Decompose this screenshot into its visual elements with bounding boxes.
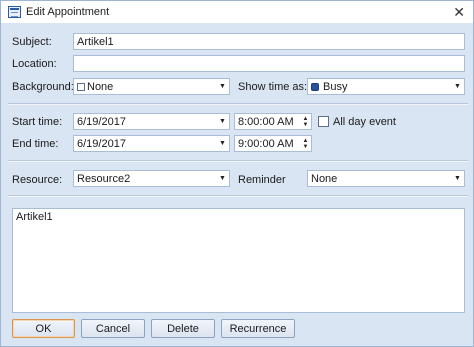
spin-arrows-icon[interactable]: ▲ ▼ bbox=[300, 136, 311, 151]
chevron-down-icon[interactable]: ▼ bbox=[216, 136, 229, 151]
subject-input[interactable]: Artikel1 bbox=[73, 33, 465, 50]
delete-button[interactable]: Delete bbox=[151, 319, 215, 338]
separator bbox=[8, 103, 468, 105]
start-time-value: 8:00:00 AM bbox=[238, 115, 294, 128]
all-day-label: All day event bbox=[333, 116, 396, 128]
recurrence-button[interactable]: Recurrence bbox=[221, 319, 295, 338]
end-date-value: 6/19/2017 bbox=[77, 137, 126, 150]
edit-appointment-dialog: Edit Appointment ✕ Subject: Artikel1 Loc… bbox=[0, 0, 474, 347]
background-label: Background: bbox=[12, 81, 74, 93]
close-icon[interactable]: ✕ bbox=[453, 5, 465, 19]
ok-button[interactable]: OK bbox=[12, 319, 75, 338]
start-date-picker[interactable]: 6/19/2017 ▼ bbox=[73, 113, 230, 130]
background-value: None bbox=[87, 80, 114, 93]
busy-status-swatch bbox=[311, 82, 319, 91]
calendar-icon bbox=[8, 6, 21, 18]
background-color-swatch bbox=[77, 82, 85, 91]
title-bar: Edit Appointment ✕ bbox=[1, 1, 473, 23]
resource-value: Resource2 bbox=[77, 172, 131, 185]
end-time-spinner[interactable]: 9:00:00 AM ▲ ▼ bbox=[234, 135, 312, 152]
background-dropdown[interactable]: None ▼ bbox=[73, 78, 230, 95]
start-time-spinner[interactable]: 8:00:00 AM ▲ ▼ bbox=[234, 113, 312, 130]
chevron-down-icon[interactable]: ▼ bbox=[216, 171, 229, 186]
end-time-label: End time: bbox=[12, 138, 59, 150]
notes-text: Artikel1 bbox=[16, 211, 53, 223]
notes-textarea[interactable]: Artikel1 bbox=[12, 208, 465, 313]
location-label: Location: bbox=[12, 58, 57, 70]
end-time-value: 9:00:00 AM bbox=[238, 137, 294, 150]
location-input[interactable] bbox=[73, 55, 465, 72]
chevron-down-icon[interactable]: ▼ bbox=[451, 171, 464, 186]
show-time-as-label: Show time as: bbox=[238, 81, 308, 93]
chevron-down-icon[interactable]: ▼ bbox=[216, 79, 229, 94]
start-date-value: 6/19/2017 bbox=[77, 115, 126, 128]
subject-value: Artikel1 bbox=[77, 35, 114, 48]
separator bbox=[8, 195, 468, 197]
end-date-picker[interactable]: 6/19/2017 ▼ bbox=[73, 135, 230, 152]
reminder-dropdown[interactable]: None ▼ bbox=[307, 170, 465, 187]
separator bbox=[8, 160, 468, 162]
resource-label: Resource: bbox=[12, 174, 63, 186]
spin-arrows-icon[interactable]: ▲ ▼ bbox=[300, 114, 311, 129]
show-time-as-dropdown[interactable]: Busy ▼ bbox=[307, 78, 465, 95]
reminder-value: None bbox=[311, 172, 338, 185]
start-time-label: Start time: bbox=[12, 116, 63, 128]
chevron-down-icon[interactable]: ▼ bbox=[451, 79, 464, 94]
show-time-as-value: Busy bbox=[323, 80, 348, 93]
reminder-label: Reminder bbox=[238, 174, 286, 186]
chevron-down-icon[interactable]: ▼ bbox=[216, 114, 229, 129]
all-day-checkbox[interactable] bbox=[318, 116, 329, 127]
resource-dropdown[interactable]: Resource2 ▼ bbox=[73, 170, 230, 187]
window-title: Edit Appointment bbox=[26, 6, 110, 18]
subject-label: Subject: bbox=[12, 36, 52, 48]
cancel-button[interactable]: Cancel bbox=[81, 319, 145, 338]
